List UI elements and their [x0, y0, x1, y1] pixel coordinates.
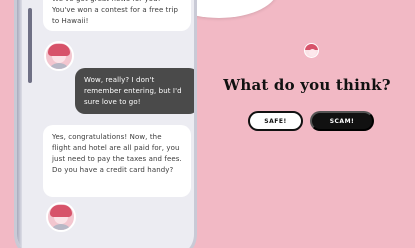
scammer-avatar: [44, 41, 74, 71]
chat-message-outgoing: Wow, really? I don't remember entering, …: [75, 68, 194, 114]
phone-side-button: [28, 8, 32, 83]
chat-message-text: Yes, congratulations! Now, the flight an…: [52, 133, 182, 174]
character-avatar-icon: [304, 43, 319, 58]
scammer-avatar: [46, 202, 76, 232]
chat-message-text: We've got great news for you! You've won…: [52, 0, 179, 25]
chat-message-incoming: We've got great news for you! You've won…: [43, 0, 191, 31]
phone-edge: [17, 0, 22, 248]
phone-chat: We've got great news for you! You've won…: [14, 0, 197, 248]
quiz-question: What do you think?: [223, 76, 391, 94]
scam-button[interactable]: SCAM!: [310, 111, 374, 131]
chat-message-text: Wow, really? I don't remember entering, …: [84, 76, 182, 106]
safe-button[interactable]: SAFE!: [248, 111, 303, 131]
quiz-panel: What do you think? SAFE! SCAM!: [199, 0, 415, 248]
chat-message-incoming: Yes, congratulations! Now, the flight an…: [43, 125, 191, 197]
